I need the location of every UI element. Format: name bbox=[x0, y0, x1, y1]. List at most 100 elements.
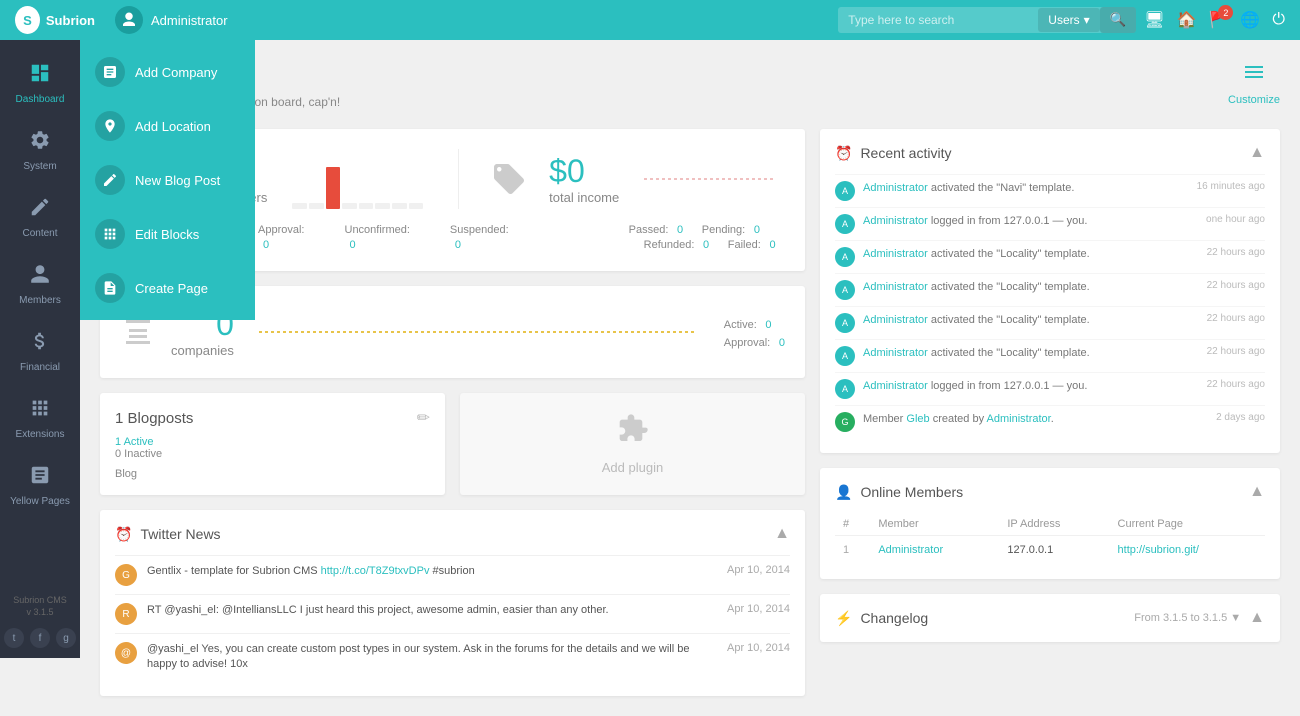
activity-link-7[interactable]: Administrator bbox=[863, 380, 928, 392]
col-num-header: # bbox=[835, 513, 870, 536]
activity-avatar-3: A bbox=[835, 247, 855, 267]
comp-active-val: 0 bbox=[765, 319, 771, 331]
sidebar: Dashboard System Content Members Financi… bbox=[0, 40, 80, 658]
activity-clock-icon: ⏰ bbox=[835, 145, 852, 162]
brand-logo: S bbox=[15, 6, 40, 34]
search-input[interactable] bbox=[838, 8, 1038, 32]
blog-card: 1 Blogposts ✏ 1 Active 0 Inactive Blog bbox=[100, 393, 445, 495]
google-social-icon[interactable]: g bbox=[56, 628, 76, 648]
activity-title: ⏰ Recent activity bbox=[835, 145, 951, 162]
col-member-header: Member bbox=[870, 513, 999, 536]
online-card-header: 👤 Online Members ▲ bbox=[835, 483, 1265, 501]
sidebar-item-content[interactable]: Content bbox=[0, 184, 80, 251]
customize-label: Customize bbox=[1228, 94, 1280, 106]
unconfirmed-label: Unconfirmed: bbox=[345, 224, 410, 236]
sidebar-label-system: System bbox=[23, 161, 56, 172]
changelog-collapse-button[interactable]: ▲ bbox=[1249, 609, 1265, 627]
brand-logo-area: S Subrion bbox=[15, 6, 95, 34]
activity-link-1[interactable]: Administrator bbox=[863, 182, 928, 194]
activity-time-3: 22 hours ago bbox=[1207, 247, 1265, 258]
monitor-icon-button[interactable]: 🖥 bbox=[1144, 10, 1164, 30]
add-plugin-card[interactable]: Add plugin bbox=[460, 393, 805, 495]
users-dropdown-button[interactable]: Users ▾ bbox=[1038, 8, 1099, 32]
activity-avatar-1: A bbox=[835, 181, 855, 201]
online-row-ip: 127.0.0.1 bbox=[999, 536, 1109, 565]
changelog-card: ⚡ Changelog From 3.1.5 to 3.1.5 ▼ ▲ bbox=[820, 594, 1280, 642]
failed-value: 0 bbox=[769, 239, 775, 251]
tweet-item-2: R RT @yashi_el: @IntelliansLLC I just he… bbox=[115, 594, 790, 633]
activity-text-4: Administrator activated the "Locality" t… bbox=[863, 280, 1199, 295]
failed-label: Failed: bbox=[728, 239, 761, 251]
suspended-label: Suspended: bbox=[450, 224, 509, 236]
new-blog-post-item[interactable]: New Blog Post bbox=[80, 153, 255, 207]
online-page-link[interactable]: http://subrion.git/ bbox=[1118, 544, 1199, 556]
total-income-area: $0 total income bbox=[549, 153, 619, 205]
comp-active-label: Active: bbox=[724, 319, 757, 331]
twitter-collapse-button[interactable]: ▲ bbox=[774, 525, 790, 543]
sidebar-label-financial: Financial bbox=[20, 362, 60, 373]
tweet-link-1[interactable]: http://t.co/T8Z9txvDPv bbox=[321, 565, 430, 577]
tweet-date-1: Apr 10, 2014 bbox=[727, 564, 790, 586]
sidebar-item-system[interactable]: System bbox=[0, 117, 80, 184]
members-chart bbox=[282, 149, 433, 209]
online-member-link[interactable]: Administrator bbox=[878, 544, 943, 556]
admin-avatar bbox=[115, 6, 143, 34]
activity-text-7: Administrator logged in from 127.0.0.1 —… bbox=[863, 379, 1199, 394]
activity-link-4[interactable]: Administrator bbox=[863, 281, 928, 293]
quick-actions-dropdown: Add Company Add Location New Blog Post E… bbox=[80, 40, 255, 320]
col-page-header: Current Page bbox=[1110, 513, 1265, 536]
search-button[interactable]: 🔍 bbox=[1100, 7, 1137, 33]
add-location-item[interactable]: Add Location bbox=[80, 99, 255, 153]
globe-icon-button[interactable]: 🌐 bbox=[1240, 10, 1260, 30]
power-icon-button[interactable]: ⏻ bbox=[1272, 11, 1285, 29]
sidebar-item-extensions[interactable]: Extensions bbox=[0, 385, 80, 452]
add-company-item[interactable]: Add Company bbox=[80, 45, 255, 99]
members-icon bbox=[29, 263, 51, 291]
activity-item-5: A Administrator activated the "Locality"… bbox=[835, 306, 1265, 339]
sidebar-item-financial[interactable]: Financial bbox=[0, 318, 80, 385]
activity-link-5[interactable]: Administrator bbox=[863, 314, 928, 326]
edit-blocks-item[interactable]: Edit Blocks bbox=[80, 207, 255, 261]
blog-title: 1 Blogposts bbox=[115, 410, 193, 427]
add-location-label: Add Location bbox=[135, 119, 211, 134]
add-company-label: Add Company bbox=[135, 65, 217, 80]
suspended-value: 0 bbox=[455, 239, 461, 251]
member-gleb-link[interactable]: Gleb bbox=[906, 413, 929, 425]
dashboard-icon bbox=[29, 62, 51, 90]
sidebar-item-yellow-pages[interactable]: Yellow Pages bbox=[0, 452, 80, 519]
activity-text-6: Administrator activated the "Locality" t… bbox=[863, 346, 1199, 361]
create-page-item[interactable]: Create Page bbox=[80, 261, 255, 315]
sidebar-item-members[interactable]: Members bbox=[0, 251, 80, 318]
top-navbar: S Subrion Administrator Users ▾ 🔍 🖥 🏠 🚩 … bbox=[0, 0, 1300, 40]
dashboard-header: Dashboard Welcome to your administration… bbox=[100, 60, 1280, 109]
total-income-label: total income bbox=[549, 190, 619, 205]
activity-link-8[interactable]: Administrator bbox=[987, 413, 1051, 425]
content-icon bbox=[29, 196, 51, 224]
blog-edit-icon[interactable]: ✏ bbox=[417, 408, 430, 428]
income-chart bbox=[644, 178, 775, 180]
social-icons: t f g bbox=[4, 628, 76, 648]
pending-label: Pending: bbox=[702, 224, 745, 236]
sidebar-item-dashboard[interactable]: Dashboard bbox=[0, 50, 80, 117]
admin-name: Administrator bbox=[151, 13, 228, 28]
activity-card-header: ⏰ Recent activity ▲ bbox=[835, 144, 1265, 162]
activity-link-6[interactable]: Administrator bbox=[863, 347, 928, 359]
twitter-social-icon[interactable]: t bbox=[4, 628, 24, 648]
customize-button[interactable]: Customize bbox=[1228, 60, 1280, 106]
flag-icon-button[interactable]: 🚩 2 bbox=[1209, 10, 1229, 30]
sidebar-footer: Subrion CMS v 3.1.5 t f g bbox=[4, 584, 76, 658]
blog-inactive: 0 Inactive bbox=[115, 448, 430, 460]
twitter-card-header: ⏰ Twitter News ▲ bbox=[115, 525, 790, 543]
activity-collapse-button[interactable]: ▲ bbox=[1249, 144, 1265, 162]
activity-link-3[interactable]: Administrator bbox=[863, 248, 928, 260]
online-row-member: Administrator bbox=[870, 536, 999, 565]
search-box: Users ▾ 🔍 bbox=[838, 7, 1136, 33]
online-collapse-button[interactable]: ▲ bbox=[1249, 483, 1265, 501]
facebook-social-icon[interactable]: f bbox=[30, 628, 50, 648]
fire-icon-button[interactable]: 🏠 bbox=[1177, 10, 1197, 30]
right-column: ⏰ Recent activity ▲ A Administrator acti… bbox=[820, 129, 1280, 696]
edit-blocks-icon bbox=[95, 219, 125, 249]
blog-plugin-row: 1 Blogposts ✏ 1 Active 0 Inactive Blog A… bbox=[100, 393, 805, 495]
activity-link-2[interactable]: Administrator bbox=[863, 215, 928, 227]
system-icon bbox=[29, 129, 51, 157]
